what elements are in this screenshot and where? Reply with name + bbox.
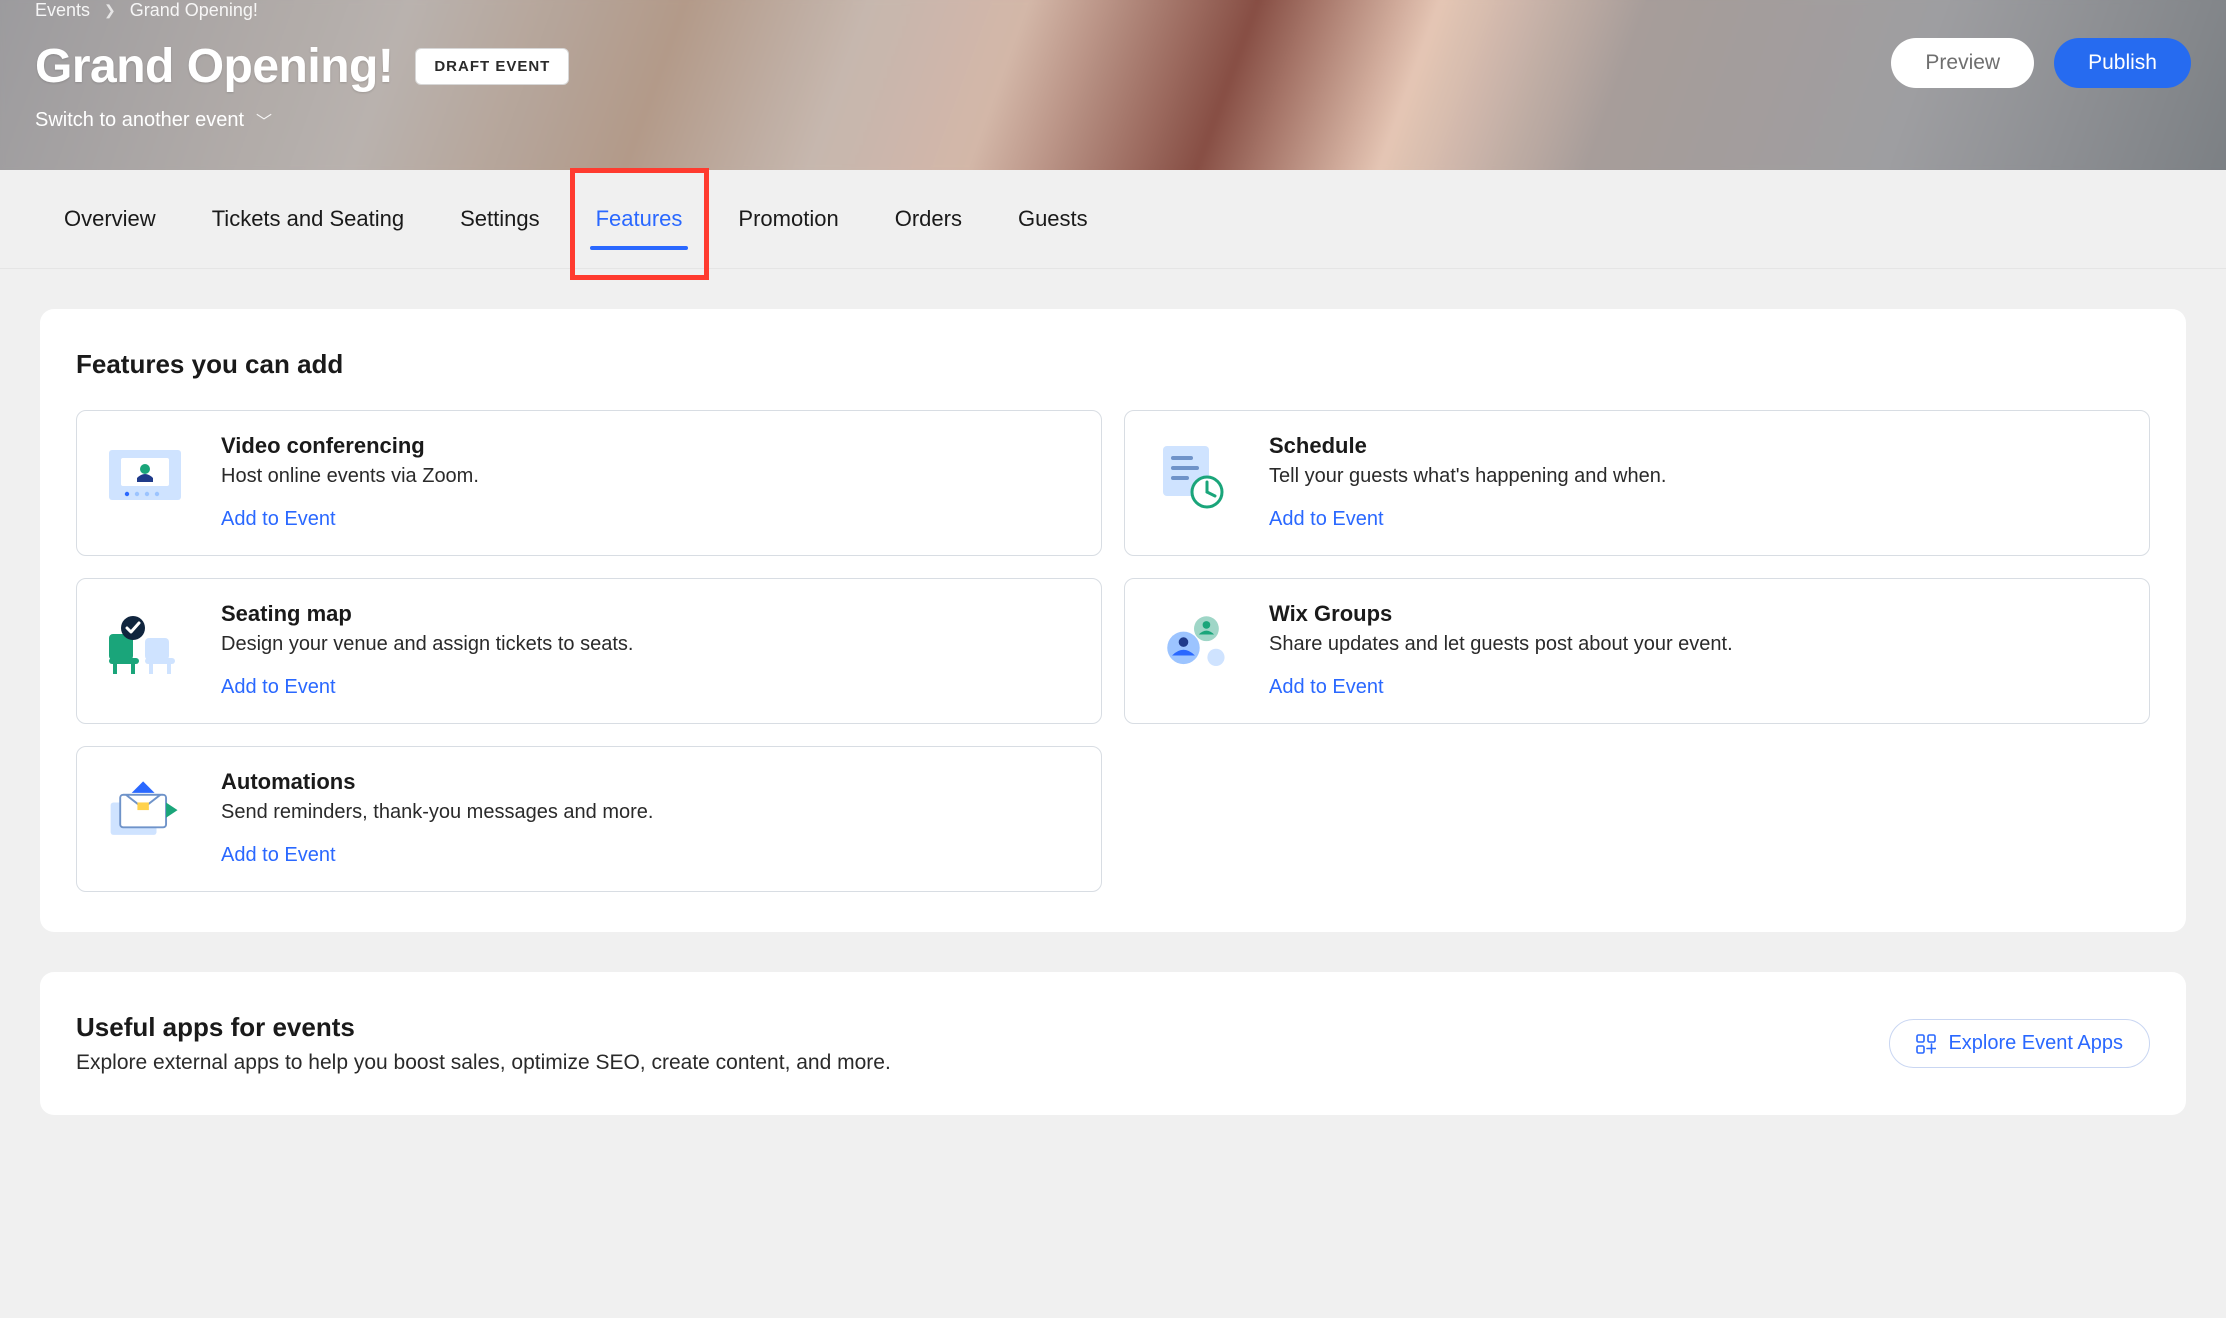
explore-event-apps-button[interactable]: Explore Event Apps — [1889, 1019, 2150, 1068]
feature-desc: Share updates and let guests post about … — [1269, 633, 2123, 656]
preview-button[interactable]: Preview — [1891, 38, 2034, 88]
switch-event-label: Switch to another event — [35, 109, 244, 132]
tab-features[interactable]: Features — [592, 172, 687, 266]
feature-title: Schedule — [1269, 433, 2123, 459]
feature-title: Video conferencing — [221, 433, 1075, 459]
chevron-right-icon: ❯ — [104, 2, 116, 19]
feature-desc: Send reminders, thank-you messages and m… — [221, 801, 1075, 824]
feature-desc: Tell your guests what's happening and wh… — [1269, 465, 2123, 488]
video-conferencing-icon — [103, 433, 189, 519]
status-badge-draft: DRAFT EVENT — [415, 48, 569, 85]
switch-event-dropdown[interactable]: Switch to another event ﹀ — [35, 108, 2191, 132]
useful-apps-desc: Explore external apps to help you boost … — [76, 1051, 891, 1075]
useful-apps-title: Useful apps for events — [76, 1012, 891, 1043]
feature-card-automations[interactable]: Automations Send reminders, thank-you me… — [76, 746, 1102, 892]
feature-card-seating-map[interactable]: Seating map Design your venue and assign… — [76, 578, 1102, 724]
tab-overview[interactable]: Overview — [60, 172, 160, 266]
tab-promotion[interactable]: Promotion — [734, 172, 842, 266]
apps-grid-icon — [1916, 1034, 1936, 1054]
add-to-event-link[interactable]: Add to Event — [1269, 508, 1384, 531]
feature-title: Automations — [221, 769, 1075, 795]
tab-settings[interactable]: Settings — [456, 172, 544, 266]
feature-title: Wix Groups — [1269, 601, 2123, 627]
features-panel-title: Features you can add — [76, 349, 2150, 380]
feature-title: Seating map — [221, 601, 1075, 627]
tab-guests[interactable]: Guests — [1014, 172, 1092, 266]
breadcrumb[interactable]: Events ❯ Grand Opening! — [35, 0, 2191, 21]
page-title: Grand Opening! — [35, 39, 393, 94]
useful-apps-panel: Useful apps for events Explore external … — [40, 972, 2186, 1115]
tab-orders[interactable]: Orders — [891, 172, 966, 266]
explore-event-apps-label: Explore Event Apps — [1948, 1032, 2123, 1055]
features-panel: Features you can add — [40, 309, 2186, 932]
breadcrumb-current: Grand Opening! — [130, 0, 258, 21]
add-to-event-link[interactable]: Add to Event — [221, 676, 336, 699]
header: Events ❯ Grand Opening! Grand Opening! D… — [0, 0, 2226, 170]
feature-desc: Design your venue and assign tickets to … — [221, 633, 1075, 656]
automations-icon — [103, 769, 189, 855]
tab-tickets-seating[interactable]: Tickets and Seating — [208, 172, 408, 266]
schedule-icon — [1151, 433, 1237, 519]
feature-desc: Host online events via Zoom. — [221, 465, 1075, 488]
chevron-down-icon: ﹀ — [256, 108, 272, 132]
add-to-event-link[interactable]: Add to Event — [221, 508, 336, 531]
feature-card-video-conferencing[interactable]: Video conferencing Host online events vi… — [76, 410, 1102, 556]
feature-card-wix-groups[interactable]: Wix Groups Share updates and let guests … — [1124, 578, 2150, 724]
seating-map-icon — [103, 601, 189, 687]
add-to-event-link[interactable]: Add to Event — [1269, 676, 1384, 699]
add-to-event-link[interactable]: Add to Event — [221, 844, 336, 867]
publish-button[interactable]: Publish — [2054, 38, 2191, 88]
feature-card-schedule[interactable]: Schedule Tell your guests what's happeni… — [1124, 410, 2150, 556]
breadcrumb-root[interactable]: Events — [35, 0, 90, 21]
tabs-bar: Overview Tickets and Seating Settings Fe… — [0, 170, 2226, 269]
wix-groups-icon — [1151, 601, 1237, 687]
